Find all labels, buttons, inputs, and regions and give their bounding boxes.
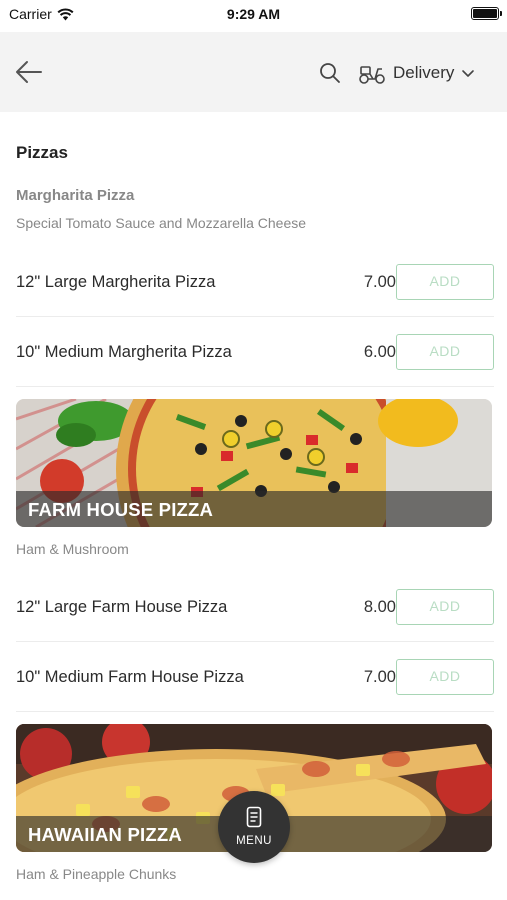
banner-title: HAWAIIAN PIZZA: [28, 824, 182, 845]
item-price: 8.00: [363, 598, 396, 616]
delivery-selector[interactable]: Delivery: [358, 58, 475, 88]
menu-label: MENU: [236, 835, 272, 847]
group-description: Ham & Mushroom: [16, 541, 129, 557]
group-description: Special Tomato Sauce and Mozzarella Chee…: [16, 215, 307, 231]
add-button[interactable]: ADD: [396, 659, 494, 695]
menu-item-row: 10" Medium Margherita Pizza 6.00 ADD: [16, 317, 494, 387]
item-name: 10" Medium Farm House Pizza: [16, 668, 244, 686]
status-bar: Carrier 9:29 AM: [0, 0, 507, 30]
banner-title: FARM HOUSE PIZZA: [28, 499, 214, 520]
menu-item-row: 12" Large Farm House Pizza 8.00 ADD: [16, 572, 494, 642]
menu-card-icon: [246, 806, 262, 828]
add-button[interactable]: ADD: [396, 589, 494, 625]
item-price: 6.00: [363, 343, 396, 361]
search-button[interactable]: [318, 61, 342, 85]
delivery-label: Delivery: [393, 63, 455, 82]
menu-button[interactable]: MENU: [218, 791, 290, 863]
menu-item-row: 10" Medium Farm House Pizza 7.00 ADD: [16, 642, 494, 712]
item-name: 12" Large Farm House Pizza: [16, 598, 228, 616]
menu-item-row: 12" Large Margherita Pizza 7.00 ADD: [16, 247, 494, 317]
back-button[interactable]: [14, 58, 44, 86]
nav-bar: Delivery: [0, 32, 507, 112]
item-price: 7.00: [363, 273, 396, 291]
section-title: Pizzas: [16, 143, 68, 162]
group-description: Ham & Pineapple Chunks: [16, 866, 177, 882]
battery-icon: [471, 7, 502, 20]
status-time: 9:29 AM: [226, 6, 281, 22]
farm-house-banner: FARM HOUSE PIZZA: [16, 399, 492, 527]
item-name: 12" Large Margherita Pizza: [16, 273, 216, 291]
item-price: 7.00: [363, 668, 396, 686]
add-button[interactable]: ADD: [396, 334, 494, 370]
chevron-down-icon: [462, 70, 475, 77]
item-name: 10" Medium Margherita Pizza: [16, 343, 232, 361]
search-icon: [320, 63, 340, 83]
arrow-left-icon: [16, 61, 42, 83]
group-title: Margharita Pizza: [16, 187, 135, 204]
scooter-icon: [359, 66, 385, 84]
add-button[interactable]: ADD: [396, 264, 494, 300]
